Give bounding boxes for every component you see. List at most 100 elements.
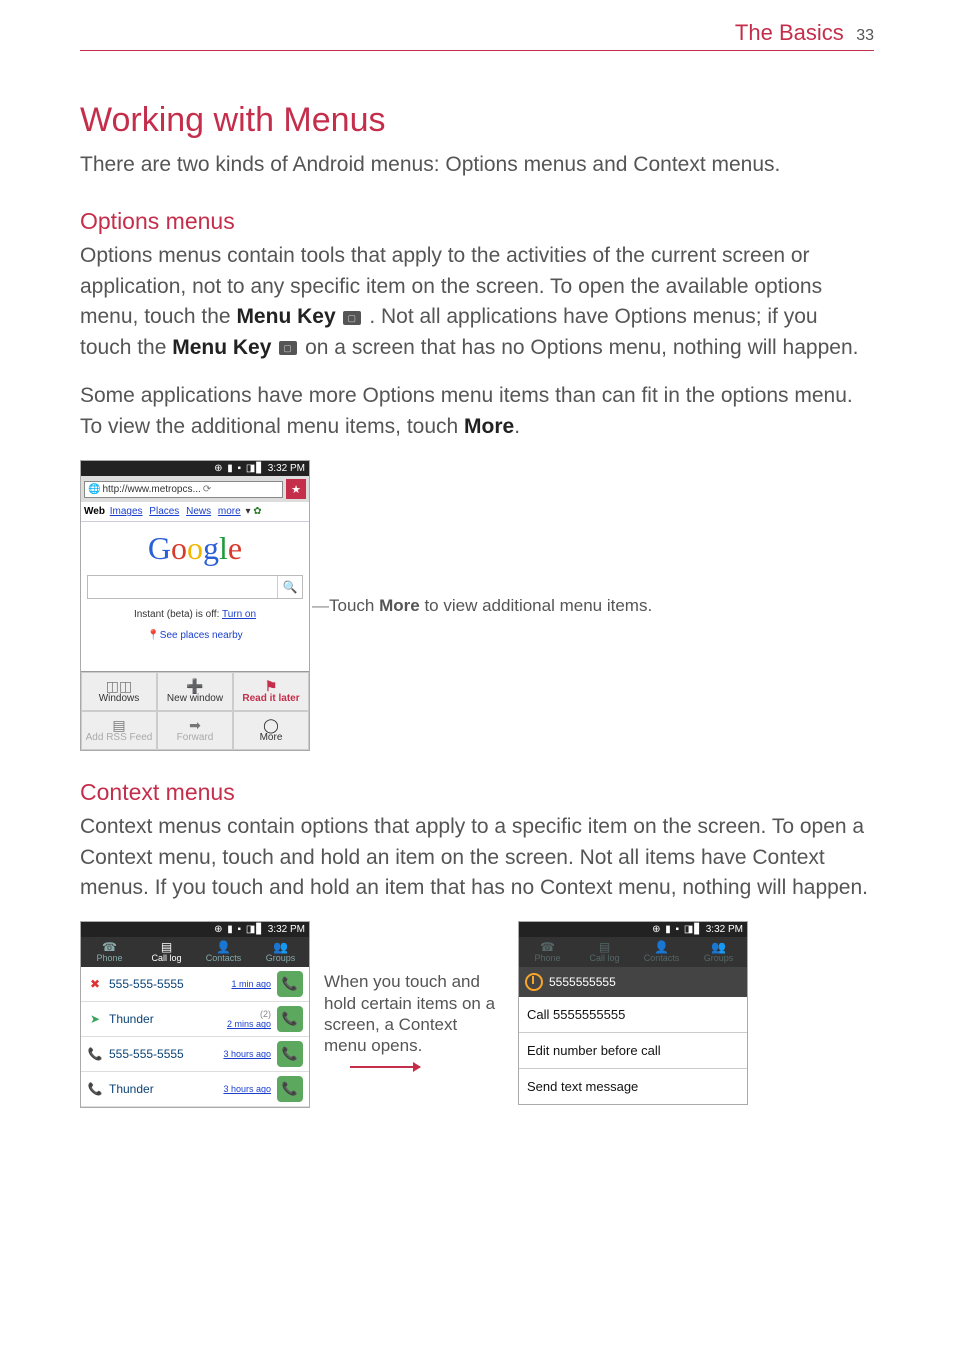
info-icon bbox=[525, 973, 543, 991]
incoming-call-icon: 📞 bbox=[87, 1047, 103, 1061]
menu-windows[interactable]: ◫◫Windows bbox=[81, 672, 157, 711]
bookmark-button[interactable]: ★ bbox=[286, 479, 306, 499]
menu-key-label: Menu Key bbox=[172, 336, 271, 359]
list-icon: ▤ bbox=[576, 941, 633, 953]
missed-call-icon: ✖ bbox=[87, 977, 103, 991]
url-bar: 🌐 http://www.metropcs... ⟳ ★ bbox=[81, 476, 309, 502]
turn-on-link[interactable]: Turn on bbox=[222, 609, 256, 620]
phone-tabs: ☎Phone ▤Call log 👤Contacts 👥Groups bbox=[81, 937, 309, 967]
header-rule bbox=[80, 50, 874, 51]
more-label: More bbox=[464, 415, 514, 438]
tab-more[interactable]: more bbox=[218, 506, 241, 517]
call-row[interactable]: 📞 Thunder 3 hours ago 📞 bbox=[81, 1072, 309, 1107]
context-number: 5555555555 bbox=[549, 975, 616, 989]
section-title: The Basics bbox=[735, 20, 844, 45]
dial-button[interactable]: 📞 bbox=[277, 1041, 303, 1067]
context-item-sms[interactable]: Send text message bbox=[519, 1069, 747, 1104]
status-time: 3:32 PM bbox=[706, 924, 743, 935]
middle-note: When you touch and hold certain items on… bbox=[324, 971, 504, 1056]
menu-key-icon bbox=[343, 311, 361, 325]
dial-button[interactable]: 📞 bbox=[277, 971, 303, 997]
status-icons: ⊕ ▮ ▪ ◨▋ bbox=[214, 463, 265, 474]
plus-icon: ➕ bbox=[158, 679, 232, 693]
call-row[interactable]: 📞 555-555-5555 3 hours ago 📞 bbox=[81, 1037, 309, 1072]
menu-add-rss[interactable]: ▤Add RSS Feed bbox=[81, 711, 157, 750]
page-header: The Basics 33 bbox=[80, 20, 874, 51]
tab-call-log[interactable]: ▤Call log bbox=[138, 937, 195, 967]
tab-call-log: ▤Call log bbox=[576, 937, 633, 967]
status-icons: ⊕ ▮ ▪ ◨▋ bbox=[214, 924, 265, 935]
tab-contacts: 👤Contacts bbox=[633, 937, 690, 967]
context-figure: ⊕ ▮ ▪ ◨▋ 3:32 PM ☎Phone ▤Call log 👤Conta… bbox=[80, 921, 874, 1108]
status-icons: ⊕ ▮ ▪ ◨▋ bbox=[652, 924, 703, 935]
see-places-link[interactable]: 📍See places nearby bbox=[81, 630, 309, 641]
phone-icon: ☎ bbox=[81, 941, 138, 953]
browser-screenshot: ⊕ ▮ ▪ ◨▋ 3:32 PM 🌐 http://www.metropcs..… bbox=[80, 460, 310, 751]
tab-groups: 👥Groups bbox=[690, 937, 747, 967]
status-time: 3:32 PM bbox=[268, 463, 305, 474]
menu-forward[interactable]: ➡Forward bbox=[157, 711, 233, 750]
menu-read-later[interactable]: ⚑Read it later bbox=[233, 672, 309, 711]
menu-more[interactable]: ◯More bbox=[233, 711, 309, 750]
phone-icon: ☎ bbox=[519, 941, 576, 953]
tab-images[interactable]: Images bbox=[110, 506, 143, 517]
dial-button[interactable]: 📞 bbox=[277, 1076, 303, 1102]
phone-tabs: ☎Phone ▤Call log 👤Contacts 👥Groups bbox=[519, 937, 747, 967]
context-menu-header: 5555555555 bbox=[519, 967, 747, 997]
globe-icon: 🌐 bbox=[88, 484, 100, 495]
contact-icon: 👤 bbox=[195, 941, 252, 953]
tab-web[interactable]: Web bbox=[84, 506, 105, 517]
call-row[interactable]: ➤ Thunder (2)2 mins ago 📞 bbox=[81, 1002, 309, 1037]
context-item-edit[interactable]: Edit number before call bbox=[519, 1033, 747, 1069]
tab-places[interactable]: Places bbox=[149, 506, 179, 517]
callout-more: —Touch More to view additional menu item… bbox=[312, 596, 652, 616]
options-para-2: Some applications have more Options menu… bbox=[80, 381, 874, 442]
forward-icon: ➡ bbox=[158, 718, 232, 732]
intro-text: There are two kinds of Android menus: Op… bbox=[80, 150, 874, 180]
options-figure: ⊕ ▮ ▪ ◨▋ 3:32 PM 🌐 http://www.metropcs..… bbox=[80, 460, 874, 751]
status-time: 3:32 PM bbox=[268, 924, 305, 935]
tab-news[interactable]: News bbox=[186, 506, 211, 517]
callout-leader: — bbox=[312, 596, 329, 615]
context-para: Context menus contain options that apply… bbox=[80, 812, 874, 903]
rss-icon: ▤ bbox=[82, 718, 156, 732]
tab-groups[interactable]: 👥Groups bbox=[252, 937, 309, 967]
refresh-icon[interactable]: ⟳ bbox=[203, 484, 211, 495]
options-para-1: Options menus contain tools that apply t… bbox=[80, 241, 874, 363]
context-heading: Context menus bbox=[80, 779, 874, 806]
instant-line: Instant (beta) is off: Turn on bbox=[81, 609, 309, 620]
context-item-call[interactable]: Call 5555555555 bbox=[519, 997, 747, 1033]
contact-icon: 👤 bbox=[633, 941, 690, 953]
status-bar: ⊕ ▮ ▪ ◨▋ 3:32 PM bbox=[519, 922, 747, 937]
windows-icon: ◫◫ bbox=[82, 679, 156, 693]
group-icon: 👥 bbox=[690, 941, 747, 953]
tab-phone: ☎Phone bbox=[519, 937, 576, 967]
outgoing-call-icon: ➤ bbox=[87, 1012, 103, 1026]
flag-icon: ⚑ bbox=[234, 679, 308, 693]
options-menu: ◫◫Windows ➕New window ⚑Read it later ▤Ad… bbox=[81, 671, 309, 750]
dial-button[interactable]: 📞 bbox=[277, 1006, 303, 1032]
middle-annotation: When you touch and hold certain items on… bbox=[310, 971, 518, 1068]
call-log-screenshot: ⊕ ▮ ▪ ◨▋ 3:32 PM ☎Phone ▤Call log 👤Conta… bbox=[80, 921, 310, 1108]
search-button[interactable]: 🔍 bbox=[277, 576, 302, 598]
google-nav: Web Images Places News more ▾ ✿ bbox=[81, 502, 309, 522]
tab-phone[interactable]: ☎Phone bbox=[81, 937, 138, 967]
call-row[interactable]: ✖ 555-555-5555 1 min ago 📞 bbox=[81, 967, 309, 1002]
status-bar: ⊕ ▮ ▪ ◨▋ 3:32 PM bbox=[81, 922, 309, 937]
google-logo: Google bbox=[81, 530, 309, 567]
page-title: Working with Menus bbox=[80, 101, 874, 140]
pin-icon: 📍 bbox=[147, 630, 159, 641]
context-menu-screenshot: ⊕ ▮ ▪ ◨▋ 3:32 PM ☎Phone ▤Call log 👤Conta… bbox=[518, 921, 748, 1105]
tab-contacts[interactable]: 👤Contacts bbox=[195, 937, 252, 967]
search-row: 🔍 bbox=[87, 575, 303, 599]
menu-key-icon bbox=[279, 341, 297, 355]
url-input[interactable]: 🌐 http://www.metropcs... ⟳ bbox=[84, 481, 283, 498]
menu-new-window[interactable]: ➕New window bbox=[157, 672, 233, 711]
page-number: 33 bbox=[856, 27, 874, 44]
arrow-icon bbox=[350, 1066, 420, 1068]
search-input[interactable] bbox=[88, 576, 277, 598]
options-heading: Options menus bbox=[80, 208, 874, 235]
gear-icon[interactable]: ✿ bbox=[253, 506, 261, 517]
list-icon: ▤ bbox=[138, 941, 195, 953]
incoming-call-icon: 📞 bbox=[87, 1082, 103, 1096]
